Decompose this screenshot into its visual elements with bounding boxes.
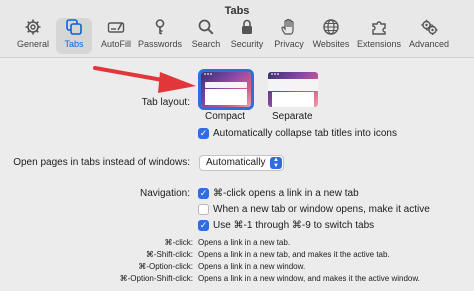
annotation-arrow-icon [93, 66, 196, 93]
